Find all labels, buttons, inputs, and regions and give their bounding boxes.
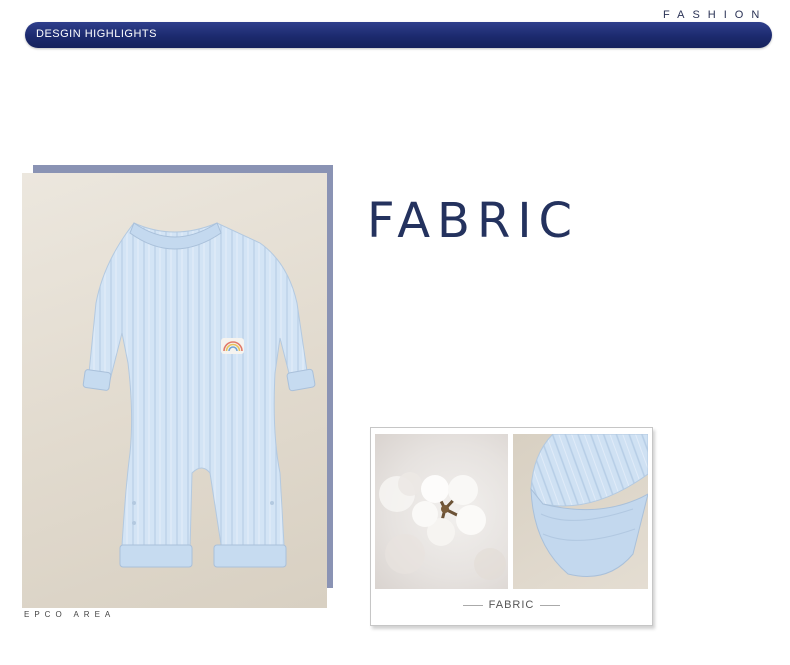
- caption-rule-right: [540, 604, 561, 606]
- cotton-photo: [375, 434, 508, 589]
- rainbow-patch-icon: [221, 338, 244, 354]
- cuff-closeup-photo: [513, 434, 648, 589]
- card-caption: FABRIC: [371, 599, 652, 611]
- caption-rule-left: [462, 604, 483, 606]
- card-caption-text: FABRIC: [488, 599, 535, 611]
- romper-illustration: [82, 222, 316, 568]
- section-title: DESGIN HIGHLIGHTS: [36, 28, 157, 40]
- fashion-label: FASHION: [663, 9, 768, 21]
- fabric-detail-card: FABRIC: [370, 427, 653, 626]
- section-header-bar: DESGIN HIGHLIGHTS: [25, 22, 772, 48]
- cuff-illustration: [530, 434, 648, 577]
- photo-caption: EPCO AREA: [24, 610, 116, 619]
- page-title: FABRIC: [367, 193, 579, 249]
- romper-photo: [22, 173, 327, 608]
- cotton-boll-icon: [379, 472, 506, 580]
